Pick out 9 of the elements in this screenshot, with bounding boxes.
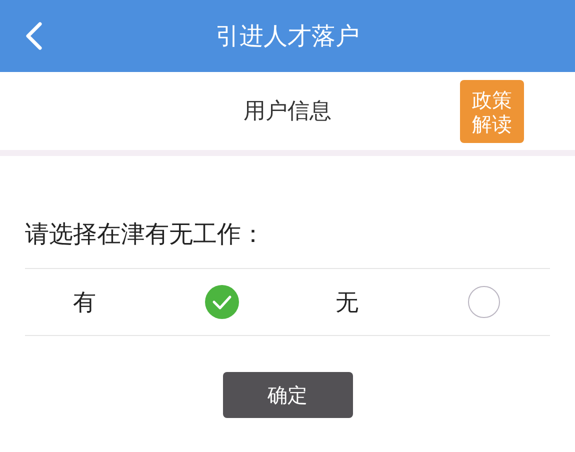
section-title: 用户信息	[244, 98, 332, 126]
confirm-button[interactable]: 确定	[222, 372, 352, 418]
header-title: 引进人才落户	[216, 21, 360, 52]
option-label: 无	[336, 288, 359, 318]
option-label: 有	[73, 288, 96, 318]
back-button[interactable]	[24, 21, 44, 51]
radio-checked-icon[interactable]	[204, 284, 240, 320]
radio-unchecked-icon[interactable]	[466, 284, 502, 320]
question-text: 请选择在津有无工作：	[25, 219, 266, 250]
